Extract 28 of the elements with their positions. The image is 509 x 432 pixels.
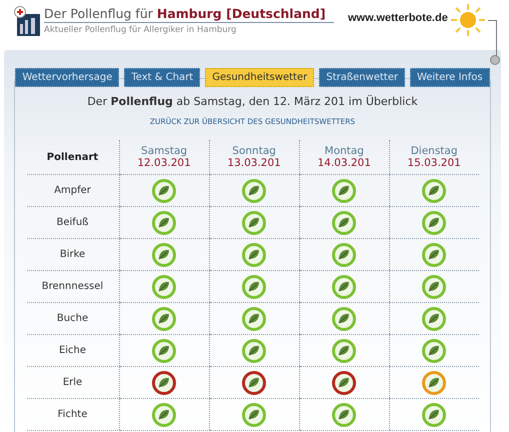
nav-tab[interactable]: Weitere Infos	[410, 68, 490, 87]
day-label: Montag	[324, 145, 365, 157]
pollen-name: Buche	[26, 302, 119, 334]
column-header: Pollenart	[26, 140, 119, 174]
date-label: 13.03.201	[226, 157, 282, 169]
pollen-name: Birke	[26, 238, 119, 270]
page-title: Der Pollenflug für Hamburg [Deutschland]	[44, 6, 334, 23]
nav-tab[interactable]: Text & Chart	[124, 68, 200, 87]
nav-tab[interactable]: Wettervorhersage	[15, 68, 120, 87]
day-label: Dienstag	[410, 145, 459, 157]
city-skyline-logo	[14, 6, 40, 36]
date-label: 15.03.201	[406, 157, 462, 169]
sun-icon	[448, 2, 488, 38]
date-label: 12.03.201	[136, 157, 192, 169]
day-label: Sonntag	[231, 145, 277, 157]
date-label: 14.03.201	[316, 157, 372, 169]
nav-tab[interactable]: Straßenwetter	[319, 68, 405, 87]
intro-text: Der Pollenflug ab Samstag, den 12. März 201 im Überblick	[87, 95, 418, 108]
site-address: www.wetterbote.de	[348, 12, 448, 24]
day-label: Samstag	[140, 145, 188, 157]
pollen-name: Fichte	[26, 398, 119, 430]
pollen-name: Beifuß	[26, 206, 119, 238]
pollen-name: Brennnessel	[26, 270, 119, 302]
page-subtitle: Aktueller Pollenflug für Allergiker in Hamburg	[44, 25, 238, 35]
pollen-name: Erle	[26, 366, 119, 398]
pollen-name: Eiche	[26, 334, 119, 366]
pollen-name: Ampfer	[26, 174, 119, 206]
nav-tab[interactable]: Gesundheitswetter	[205, 68, 314, 87]
